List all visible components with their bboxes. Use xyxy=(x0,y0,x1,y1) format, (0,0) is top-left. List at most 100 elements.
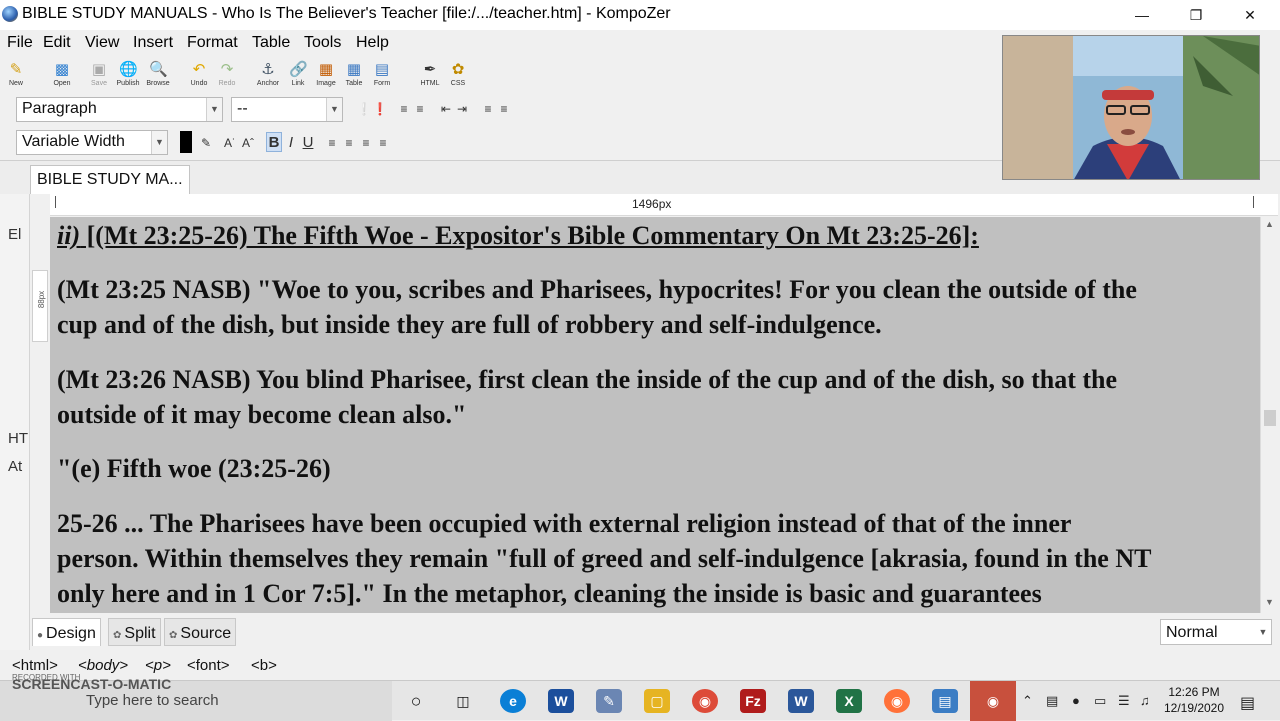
excel-icon[interactable]: X xyxy=(836,689,862,713)
section-heading: ii) [(Mt 23:25-26) The Fifth Woe - Expos… xyxy=(57,218,1257,253)
indent-icon[interactable]: ⇥ xyxy=(454,99,470,119)
browse-icon: 🔍 xyxy=(149,61,168,78)
screencast-record-icon[interactable]: ◉ xyxy=(970,681,1016,721)
heading-text: [(Mt 23:25-26) The Fifth Woe - Expositor… xyxy=(80,221,979,250)
menu-view[interactable]: View xyxy=(85,34,119,52)
paragraph-mark-icon[interactable]: ❕ xyxy=(356,99,372,119)
wordpad-icon[interactable]: W xyxy=(548,689,574,713)
view-mode-select[interactable]: Normal ▼ xyxy=(1160,619,1272,645)
tag-html[interactable]: <html> xyxy=(12,657,58,674)
firefox-icon[interactable]: ◉ xyxy=(884,689,910,713)
design-icon: ● xyxy=(37,630,44,641)
wifi-icon[interactable]: ☰ xyxy=(1118,693,1130,709)
microphone-icon[interactable]: ● xyxy=(1072,693,1080,708)
class-style-select[interactable]: -- ▼ xyxy=(231,97,343,122)
highlight-icon[interactable]: ✎ xyxy=(198,133,214,153)
menu-tools[interactable]: Tools xyxy=(304,34,341,52)
tag-p[interactable]: <p> xyxy=(145,657,171,674)
scrollbar-thumb[interactable] xyxy=(1264,410,1276,426)
kompozer-taskbar-icon[interactable]: ✎ xyxy=(596,689,622,713)
align-left-button[interactable]: ≡ xyxy=(324,133,340,153)
edit-mode-bar: ● Design ✿ Split ✿ Source xyxy=(30,616,1280,652)
tab-split[interactable]: ✿ Split xyxy=(108,618,161,646)
editor-canvas[interactable]: ii) [(Mt 23:25-26) The Fifth Woe - Expos… xyxy=(50,217,1260,613)
battery-icon[interactable]: ▭ xyxy=(1094,693,1106,709)
bulleted-list-icon[interactable]: ≡ xyxy=(412,99,428,119)
paragraph-line: person. Within themselves they remain "f… xyxy=(57,544,1152,573)
window-title: BIBLE STUDY MANUALS - Who Is The Believe… xyxy=(22,5,671,22)
open-button[interactable]: ▩ Open xyxy=(46,60,78,94)
align-right-button[interactable]: ≡ xyxy=(358,133,374,153)
menu-format[interactable]: Format xyxy=(187,34,238,52)
new-button[interactable]: ✎ New xyxy=(0,60,32,94)
break-mark-icon[interactable]: ❗ xyxy=(372,99,388,119)
form-icon: ▤ xyxy=(374,61,390,78)
publish-button[interactable]: 🌐 Publish xyxy=(112,60,144,94)
tag-font[interactable]: <font> xyxy=(187,657,230,674)
tag-b[interactable]: <b> xyxy=(251,657,277,674)
align-left-icon[interactable]: ≡ xyxy=(480,99,496,119)
menu-edit[interactable]: Edit xyxy=(43,34,71,52)
paragraph-line: outside of it may become clean also." xyxy=(57,400,467,429)
task-view-icon[interactable]: ◫ xyxy=(450,689,476,713)
vertical-scrollbar[interactable]: ▲ ▼ xyxy=(1260,217,1278,613)
minimize-button[interactable]: — xyxy=(1114,0,1170,30)
tab-design[interactable]: ● Design xyxy=(32,618,101,646)
paragraph-line: (Mt 23:26 NASB) You blind Pharisee, firs… xyxy=(57,365,1118,394)
tray-device-icon[interactable]: ▤ xyxy=(1046,693,1058,709)
recorder-watermark: SCREENCAST-O-MATIC xyxy=(12,676,172,692)
search-placeholder: Type here to search xyxy=(86,692,219,709)
menu-file[interactable]: File xyxy=(7,34,33,52)
menu-table[interactable]: Table xyxy=(252,34,290,52)
align-justify-icon[interactable]: ≡ xyxy=(496,99,512,119)
cortana-icon[interactable]: ○ xyxy=(403,689,429,713)
paragraph-style-select[interactable]: Paragraph ▼ xyxy=(16,97,223,122)
numbered-list-icon[interactable]: ≡ xyxy=(396,99,412,119)
tab-source[interactable]: ✿ Source xyxy=(164,618,237,646)
taskbar-clock[interactable]: 12:26 PM 12/19/2020 xyxy=(1160,684,1228,716)
bold-button[interactable]: B xyxy=(266,132,282,152)
source-icon: ✿ xyxy=(169,630,178,641)
italic-button[interactable]: I xyxy=(283,133,299,153)
underline-button[interactable]: U xyxy=(300,133,316,153)
css-button[interactable]: ✿ CSS xyxy=(442,60,474,94)
edge-icon[interactable]: e xyxy=(500,689,526,713)
anchor-button[interactable]: ⚓ Anchor xyxy=(252,60,284,94)
smaller-font-icon[interactable]: A˙ xyxy=(222,133,238,153)
align-center-button[interactable]: ≡ xyxy=(341,133,357,153)
menu-help[interactable]: Help xyxy=(356,34,389,52)
title-bar: BIBLE STUDY MANUALS - Who Is The Believe… xyxy=(0,0,1280,30)
filezilla-icon[interactable]: Fz xyxy=(740,689,766,713)
justify-button[interactable]: ≡ xyxy=(375,133,391,153)
tag-path-bar: <html> <body> <p> <font> <b> xyxy=(0,654,1280,678)
text-color-swatch[interactable] xyxy=(180,131,192,153)
chrome-icon[interactable]: ◉ xyxy=(692,689,718,713)
tab-document[interactable]: BIBLE STUDY MA... xyxy=(30,165,190,194)
maximize-button[interactable]: ❐ xyxy=(1168,0,1224,30)
save-button[interactable]: ▣ Save xyxy=(83,60,115,94)
scroll-down-icon[interactable]: ▼ xyxy=(1265,597,1274,607)
form-button[interactable]: ▤ Form xyxy=(366,60,398,94)
chevron-down-icon: ▼ xyxy=(206,98,222,121)
notifications-icon[interactable]: ▤ xyxy=(1240,693,1255,713)
heading-prefix: ii) xyxy=(57,221,81,250)
network-app-icon[interactable]: ▤ xyxy=(932,689,958,713)
menu-insert[interactable]: Insert xyxy=(133,34,173,52)
word-icon[interactable]: W xyxy=(788,689,814,713)
tag-body[interactable]: <body> xyxy=(78,657,128,674)
width-ruler: 1496px xyxy=(50,194,1278,216)
kompozer-app-icon xyxy=(2,6,18,22)
site-manager-sidebar: S El HT At xyxy=(0,160,30,650)
larger-font-icon[interactable]: Aˆ xyxy=(240,133,256,153)
scroll-up-icon[interactable]: ▲ xyxy=(1265,219,1274,229)
browse-button[interactable]: 🔍 Browse xyxy=(142,60,174,94)
outdent-icon[interactable]: ⇤ xyxy=(438,99,454,119)
file-explorer-icon[interactable]: ▢ xyxy=(644,689,670,713)
volume-icon[interactable]: ♫ xyxy=(1140,693,1150,708)
font-select[interactable]: Variable Width ▼ xyxy=(16,130,168,155)
split-icon: ✿ xyxy=(113,630,122,641)
close-button[interactable]: ✕ xyxy=(1222,0,1278,30)
tray-chevron-icon[interactable]: ⌃ xyxy=(1022,693,1033,709)
ruler-height-label: 88px xyxy=(37,290,47,309)
redo-button[interactable]: ↷ Redo xyxy=(211,60,243,94)
